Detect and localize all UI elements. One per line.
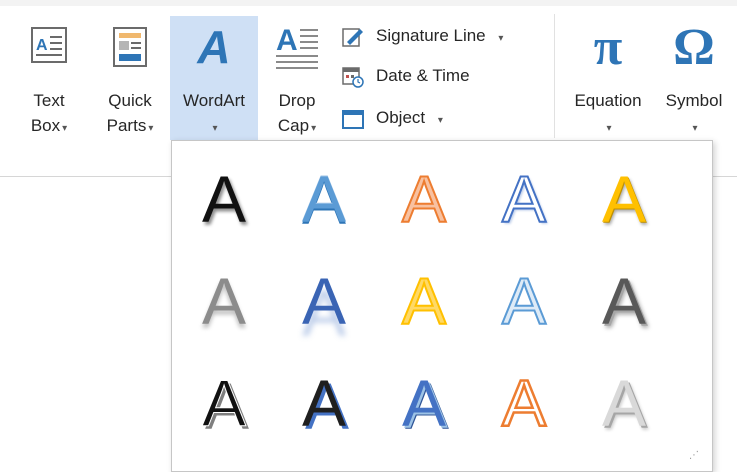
quick-parts-button[interactable]: Quick Parts ▾ (98, 16, 162, 140)
wordart-style-glyph: A (401, 162, 447, 236)
wordart-style-glyph: A (601, 162, 647, 236)
date-time-label: Date & Time (376, 66, 470, 85)
symbol-button[interactable]: Ω Symbol ▾ (654, 16, 734, 140)
signature-line-text: Signature Line (376, 26, 486, 45)
chevron-down-icon: ▾ (148, 123, 154, 134)
equation-label: Equation (574, 91, 642, 110)
object-icon (342, 110, 364, 129)
wordart-label: WordArt (182, 91, 246, 110)
wordart-button[interactable]: A WordArt ▾ (170, 16, 258, 140)
drop-cap-icon: A (276, 24, 318, 69)
wordart-style-glyph: A (601, 264, 647, 338)
wordart-style-13[interactable]: A (384, 363, 464, 443)
text-box-button[interactable]: A Text Box ▾ (22, 16, 76, 140)
calendar-icon (342, 67, 364, 88)
wordart-style-7[interactable]: A (284, 261, 364, 341)
chevron-down-icon: ▾ (437, 115, 443, 126)
equation-dropdown: ▾ (562, 113, 654, 142)
text-box-label-2-row: Box ▾ (22, 113, 76, 142)
quick-parts-label-2-row: Parts ▾ (98, 113, 162, 142)
drop-cap-label-1: Drop (278, 91, 316, 110)
wordart-style-14[interactable]: A (484, 363, 564, 443)
wordart-style-glyph: A (501, 162, 547, 236)
svg-text:A: A (36, 37, 48, 54)
wordart-style-6[interactable]: A (184, 261, 264, 341)
wordart-style-1[interactable]: A (184, 159, 264, 239)
wordart-style-2[interactable]: A (284, 159, 364, 239)
wordart-style-11[interactable]: A (184, 363, 264, 443)
wordart-style-9[interactable]: A (484, 261, 564, 341)
wordart-style-glyph: A (401, 366, 447, 440)
wordart-style-4[interactable]: A (484, 159, 564, 239)
chevron-down-icon: ▾ (498, 33, 504, 44)
wordart-style-3[interactable]: A (384, 159, 464, 239)
wordart-style-glyph: A (301, 162, 347, 236)
chevron-down-icon: ▾ (311, 123, 317, 134)
pi-icon: π (593, 19, 623, 76)
wordart-style-10[interactable]: A (584, 261, 664, 341)
wordart-style-glyph: A (501, 366, 548, 440)
wordart-icon: A (197, 21, 231, 73)
wordart-style-15[interactable]: A (584, 363, 664, 443)
text-box-label-2: Box (30, 116, 61, 135)
text-box-label-1: Text (33, 91, 65, 110)
wordart-style-5[interactable]: A (584, 159, 664, 239)
drop-cap-label-2: Cap (277, 116, 310, 135)
quick-parts-icon (113, 27, 147, 67)
wordart-style-glyph: A (201, 264, 247, 338)
object-button[interactable]: Object ▾ (342, 104, 482, 132)
date-time-button[interactable]: Date & Time (342, 62, 512, 90)
wordart-style-glyph: A (401, 264, 447, 338)
wordart-style-8[interactable]: A (384, 261, 464, 341)
wordart-gallery: A A A A A A A A A A A A A A A ⋰ (171, 140, 713, 472)
group-separator (554, 14, 555, 138)
wordart-style-glyph: A (301, 264, 347, 338)
omega-icon: Ω (673, 19, 715, 76)
symbol-dropdown: ▾ (654, 113, 734, 142)
object-label: Object ▾ (376, 104, 443, 135)
wordart-style-glyph: A (301, 366, 347, 440)
quick-parts-label-2: Parts (106, 116, 147, 135)
object-text: Object (376, 108, 426, 127)
signature-line-label: Signature Line ▾ (376, 22, 503, 53)
resize-grip-icon[interactable]: ⋰ (689, 450, 700, 461)
symbol-label: Symbol (665, 91, 723, 110)
chevron-down-icon: ▾ (62, 123, 68, 134)
wordart-style-glyph: A (601, 366, 647, 440)
equation-button[interactable]: π Equation ▾ (562, 16, 654, 140)
wordart-dropdown: ▾ (170, 113, 258, 142)
wordart-style-12[interactable]: A (284, 363, 364, 443)
drop-cap-button[interactable]: A Drop Cap ▾ (266, 16, 328, 140)
ribbon-top-border (0, 0, 737, 6)
wordart-style-glyph: A (201, 162, 247, 236)
signature-line-icon (342, 28, 363, 47)
chevron-down-icon: ▾ (692, 123, 698, 134)
quick-parts-label-1: Quick (108, 91, 152, 110)
drop-cap-label-2-row: Cap ▾ (266, 113, 328, 142)
wordart-style-glyph: A (201, 366, 247, 440)
svg-text:A: A (276, 24, 298, 57)
wordart-style-glyph: A (501, 264, 547, 338)
text-box-icon: A (31, 27, 67, 63)
chevron-down-icon: ▾ (606, 123, 612, 134)
chevron-down-icon: ▾ (212, 123, 218, 134)
signature-line-button[interactable]: Signature Line ▾ (342, 22, 542, 50)
